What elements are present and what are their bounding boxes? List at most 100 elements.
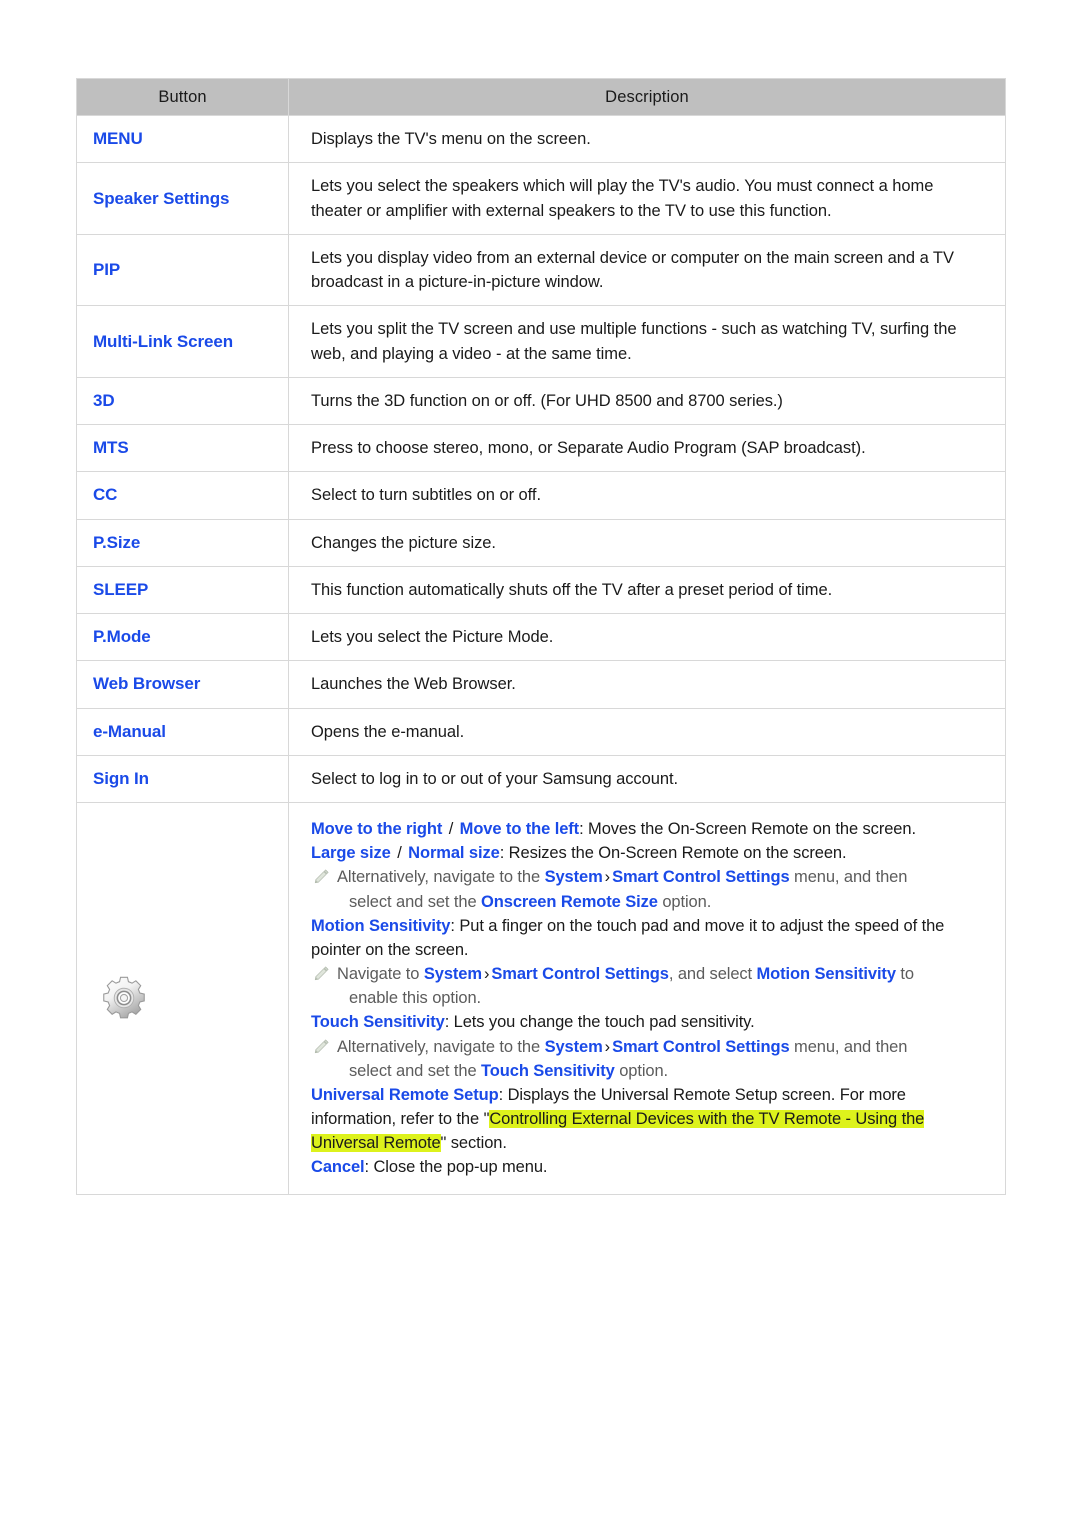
note-line-3-cont: select and set the Touch Sensitivity opt… xyxy=(337,1059,989,1083)
button-name-cell[interactable]: e-Manual xyxy=(76,707,289,756)
note2-chevron: › xyxy=(483,965,490,984)
touch-sensitivity-description: : Lets you change the touch pad sensitiv… xyxy=(444,1013,755,1032)
button-description-cell: Lets you select the Picture Mode. xyxy=(288,612,1006,662)
table-row: MENU Displays the TV's menu on the scree… xyxy=(76,114,1006,164)
note-line-2: Navigate to System › Smart Control Setting… xyxy=(337,962,989,986)
table-body: MENU Displays the TV's menu on the scree… xyxy=(76,114,1006,1195)
onscreen-remote-size-link[interactable]: Onscreen Remote Size xyxy=(481,893,658,911)
note1-text-c: select and set the xyxy=(349,892,482,911)
button-description-table: Button Description MENU Displays the TV'… xyxy=(76,78,1006,1195)
table-row: CC Select to turn subtitles on or off. xyxy=(76,471,1006,520)
table-row: P.Size Changes the picture size. xyxy=(76,518,1006,567)
touch-sensitivity-label[interactable]: Touch Sensitivity xyxy=(311,1013,445,1031)
motion-sensitivity-label[interactable]: Motion Sensitivity xyxy=(311,917,450,935)
button-description-cell: Opens the e-manual. xyxy=(288,707,1006,756)
move-description: : Moves the On-Screen Remote on the scre… xyxy=(579,820,916,838)
button-description-cell: Launches the Web Browser. xyxy=(288,660,1006,709)
settings-icon-cell xyxy=(76,802,289,1195)
move-left-label[interactable]: Move to the left xyxy=(460,820,580,838)
note3-text-d: option. xyxy=(614,1061,669,1080)
gear-icon xyxy=(103,977,145,1019)
cancel-label[interactable]: Cancel xyxy=(311,1158,365,1176)
button-description-cell: Displays the TV's menu on the screen. xyxy=(288,114,1006,164)
note1-smart-control-settings-link[interactable]: Smart Control Settings xyxy=(612,868,790,886)
gear-icon-wrap xyxy=(77,973,288,1023)
button-description-cell: Turns the 3D function on or off. (For UH… xyxy=(288,376,1006,426)
pencil-icon xyxy=(314,966,329,981)
button-description-cell: This function automatically shuts off th… xyxy=(288,565,1006,615)
note1-chevron: › xyxy=(604,868,611,887)
move-right-label[interactable]: Move to the right xyxy=(311,820,442,838)
button-name-cell[interactable]: 3D xyxy=(76,376,289,426)
note2-text-a: Navigate to xyxy=(337,965,424,984)
button-name-cell[interactable]: CC xyxy=(76,471,289,520)
note3-smart-control-settings-link[interactable]: Smart Control Settings xyxy=(612,1038,790,1056)
manual-page: Button Description MENU Displays the TV'… xyxy=(0,0,1080,1527)
note3-chevron: › xyxy=(604,1037,611,1056)
note-touch-sensitivity: Alternatively, navigate to the System › Sm… xyxy=(311,1035,989,1083)
column-header-description: Description xyxy=(288,78,1006,116)
table-row: Multi-Link Screen Lets you split the TV … xyxy=(76,305,1006,378)
slash-1: / xyxy=(444,820,458,838)
button-description-cell: Lets you split the TV screen and use mul… xyxy=(288,305,1006,378)
urs-description-b: " section. xyxy=(440,1134,507,1153)
line-motion-sensitivity: Motion Sensitivity: Put a finger on the … xyxy=(311,914,989,962)
pencil-icon xyxy=(314,1038,329,1053)
size-description: : Resizes the On-Screen Remote on the sc… xyxy=(499,844,847,863)
line-move: Move to the right / Move to the left: Mo… xyxy=(311,817,989,841)
note-line-2-cont: enable this option. xyxy=(349,989,482,1008)
note-onscreen-remote-size: Alternatively, navigate to the System › Sm… xyxy=(311,865,989,913)
button-description-cell: Lets you display video from an external … xyxy=(288,233,1006,307)
button-description-cell: Press to choose stereo, mono, or Separat… xyxy=(288,423,1006,473)
touch-sensitivity-link[interactable]: Touch Sensitivity xyxy=(481,1062,615,1080)
slash-2: / xyxy=(392,844,407,863)
button-name-cell[interactable]: SLEEP xyxy=(76,565,289,615)
line-size: Large size / Normal size: Resizes the On… xyxy=(311,841,989,865)
universal-remote-setup-label[interactable]: Universal Remote Setup xyxy=(311,1086,499,1104)
note1-system-link[interactable]: System xyxy=(545,868,603,886)
note2-smart-control-settings-link[interactable]: Smart Control Settings xyxy=(491,965,669,983)
line-touch-sensitivity: Touch Sensitivity: Lets you change the t… xyxy=(311,1010,989,1034)
note1-text-a: Alternatively, navigate to the xyxy=(337,868,545,887)
table-header: Button Description xyxy=(76,78,1006,116)
button-name-cell[interactable]: PIP xyxy=(76,233,289,307)
note2-text-c: to xyxy=(895,965,914,984)
settings-description-cell: Move to the right / Move to the left: Mo… xyxy=(288,802,1006,1195)
button-name-cell[interactable]: Sign In xyxy=(76,754,289,804)
table-row: PIP Lets you display video from an exter… xyxy=(76,233,1006,307)
note-line-1-cont: select and set the Onscreen Remote Size … xyxy=(337,890,989,914)
normal-size-label[interactable]: Normal size xyxy=(408,844,500,862)
button-name-cell[interactable]: Speaker Settings xyxy=(76,162,289,235)
table-row: e-Manual Opens the e-manual. xyxy=(76,707,1006,756)
button-name-cell[interactable]: Multi-Link Screen xyxy=(76,305,289,378)
note3-system-link[interactable]: System xyxy=(545,1038,603,1056)
note3-text-c: select and set the xyxy=(349,1061,482,1080)
table-row: 3D Turns the 3D function on or off. (For… xyxy=(76,376,1006,426)
note-line-3: Alternatively, navigate to the System › Sm… xyxy=(337,1035,989,1059)
table-row: Sign In Select to log in to or out of yo… xyxy=(76,754,1006,804)
table-row-settings: Move to the right / Move to the left: Mo… xyxy=(76,802,1006,1195)
note2-system-link[interactable]: System xyxy=(424,965,482,983)
pencil-icon xyxy=(314,869,329,884)
cancel-description: : Close the pop-up menu. xyxy=(364,1158,548,1177)
button-name-cell[interactable]: Web Browser xyxy=(76,660,289,709)
large-size-label[interactable]: Large size xyxy=(311,844,391,862)
note-line-1: Alternatively, navigate to the System › Sm… xyxy=(337,865,989,889)
button-name-cell[interactable]: MTS xyxy=(76,423,289,473)
table-row: Web Browser Launches the Web Browser. xyxy=(76,660,1006,709)
button-name-cell[interactable]: MENU xyxy=(76,114,289,164)
table-row: MTS Press to choose stereo, mono, or Sep… xyxy=(76,423,1006,473)
button-name-cell[interactable]: P.Size xyxy=(76,518,289,567)
note3-text-b: menu, and then xyxy=(789,1037,908,1056)
column-header-button: Button xyxy=(76,78,289,116)
button-description-cell: Lets you select the speakers which will … xyxy=(288,162,1006,235)
note1-text-d: option. xyxy=(657,892,712,911)
line-cancel: Cancel: Close the pop-up menu. xyxy=(311,1155,989,1179)
line-universal-remote-setup: Universal Remote Setup: Displays the Uni… xyxy=(311,1083,989,1156)
button-description-cell: Changes the picture size. xyxy=(288,518,1006,567)
table-row: SLEEP This function automatically shuts … xyxy=(76,565,1006,615)
button-description-cell: Select to turn subtitles on or off. xyxy=(288,471,1006,520)
note2-motion-sensitivity-link[interactable]: Motion Sensitivity xyxy=(757,965,896,983)
button-name-cell[interactable]: P.Mode xyxy=(76,612,289,662)
table-header-row: Button Description xyxy=(76,78,1006,116)
